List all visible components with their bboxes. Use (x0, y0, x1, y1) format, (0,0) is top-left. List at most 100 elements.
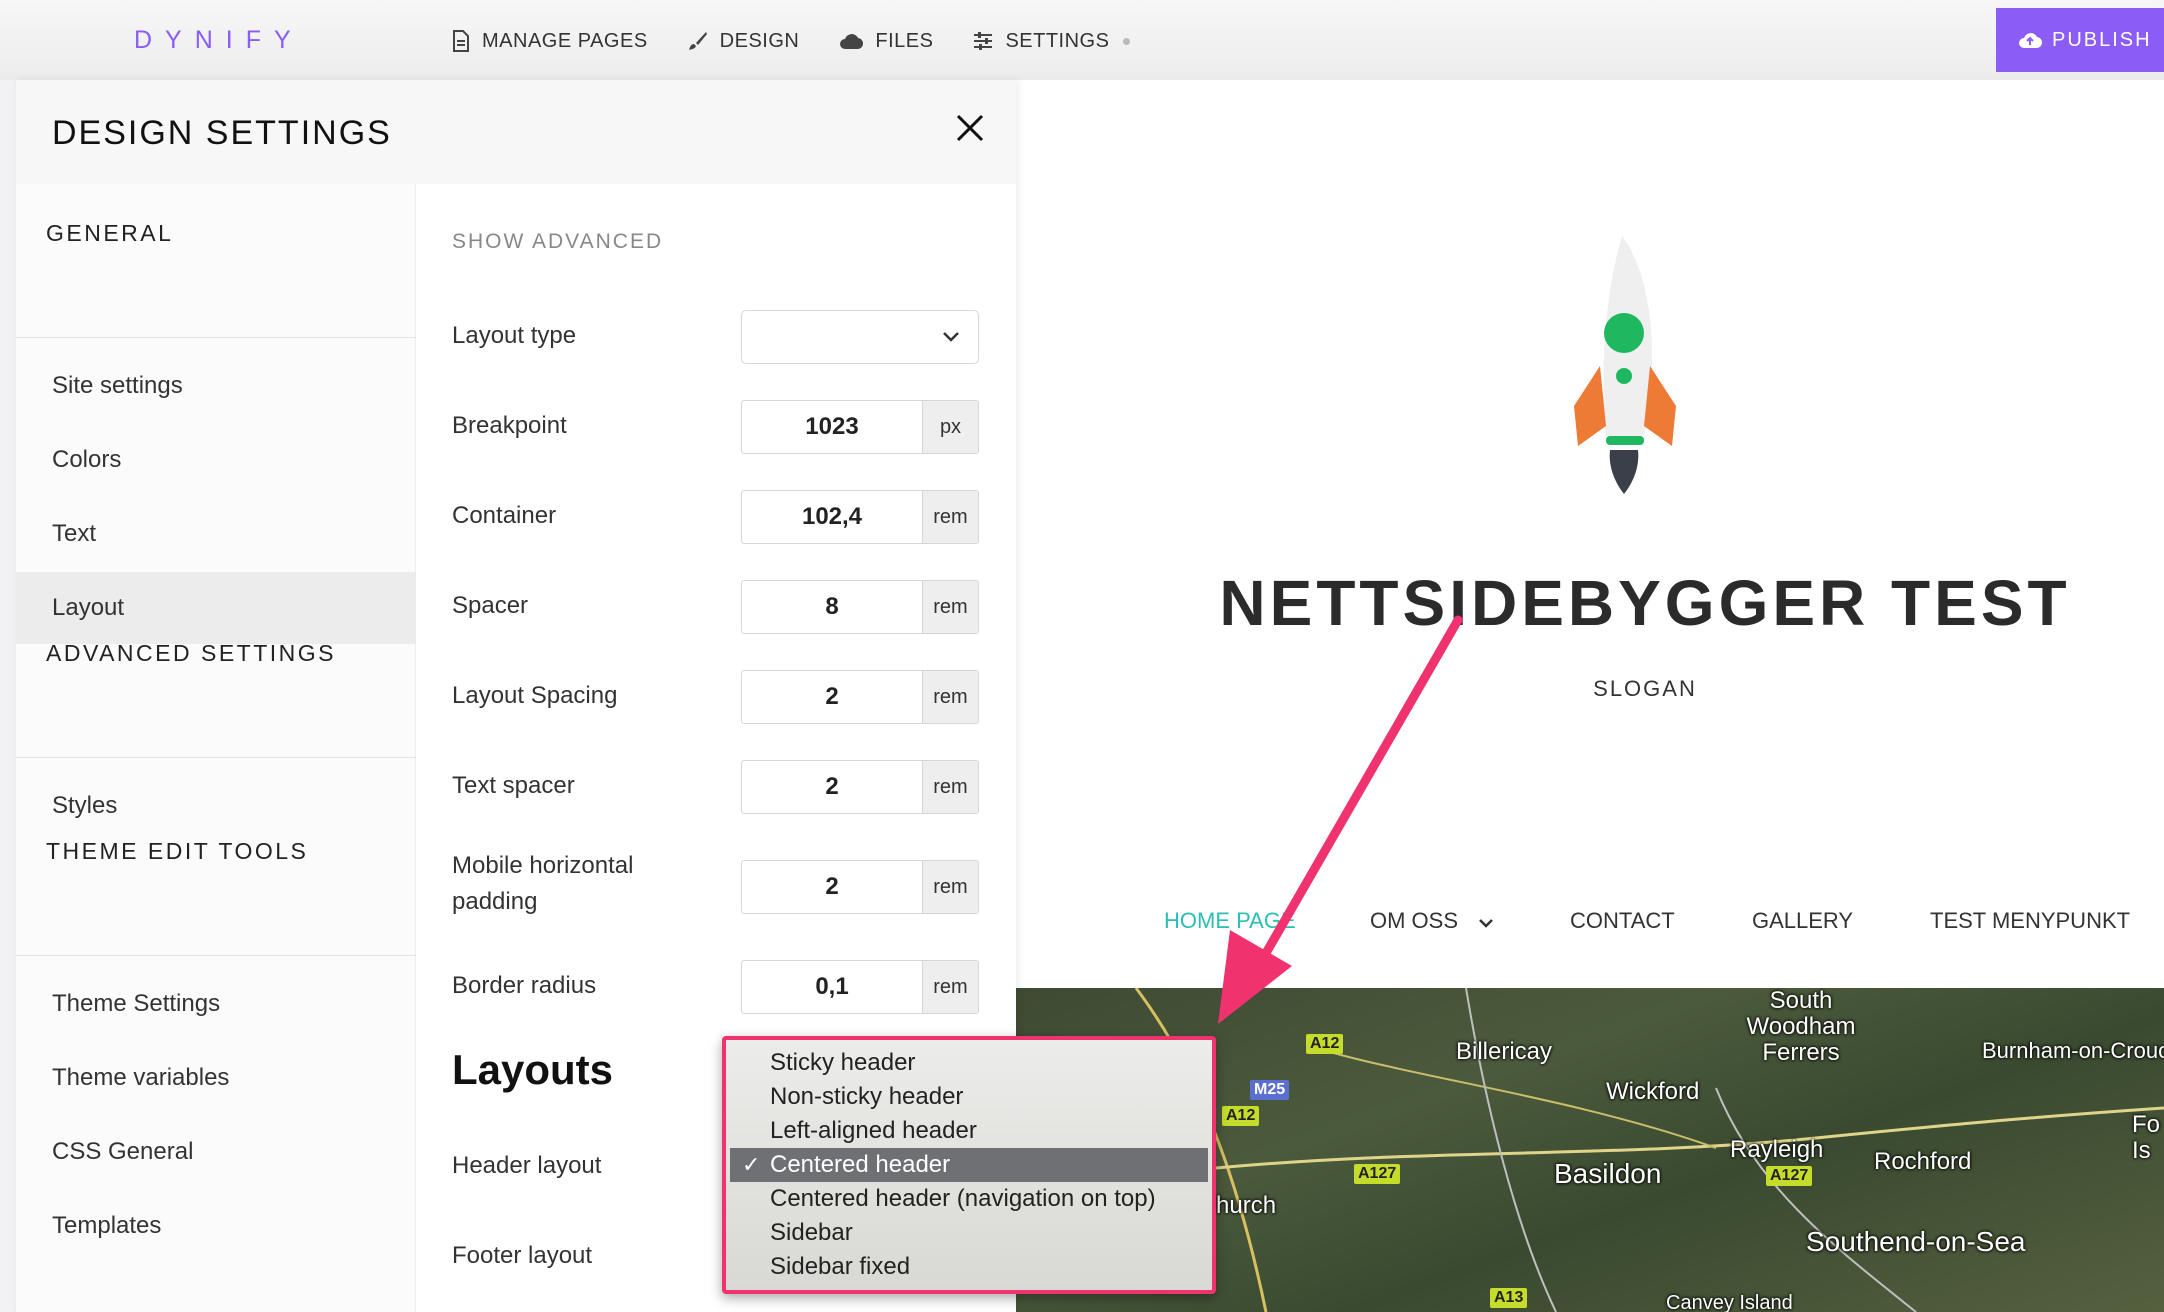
container-input[interactable]: 102,4 (742, 491, 922, 543)
layout-spacing-field[interactable]: 2 rem (741, 670, 979, 724)
map-label-southend: Southend-on-Sea (1806, 1226, 2026, 1257)
container-field[interactable]: 102,4 rem (741, 490, 979, 544)
map-label-hurch: hurch (1216, 1192, 1277, 1219)
sidebar-item-css-general[interactable]: CSS General (16, 1116, 416, 1188)
option-non-sticky-header[interactable]: Non-sticky header (730, 1080, 1208, 1114)
text-spacer-field[interactable]: 2 rem (741, 760, 979, 814)
map-label-burnham: Burnham-on-Crouch (1982, 1038, 2164, 1063)
site-nav-test[interactable]: TEST MENYPUNKT (1930, 908, 2130, 934)
road-a12: A12 (1222, 1106, 1260, 1126)
site-nav-om-oss[interactable]: OM OSS (1370, 908, 1494, 934)
option-sidebar-fixed[interactable]: Sidebar fixed (730, 1250, 1208, 1284)
top-navigation: MANAGE PAGES DESIGN FILES SETTINGS (452, 26, 1131, 56)
container-unit: rem (922, 491, 978, 543)
breakpoint-label: Breakpoint (452, 412, 567, 439)
road-a127-east: A127 (1766, 1166, 1813, 1186)
site-nav-home[interactable]: HOME PAGE (1164, 908, 1296, 934)
nav-manage-pages-label: MANAGE PAGES (482, 29, 648, 52)
site-nav-contact[interactable]: CONTACT (1570, 908, 1675, 934)
app-logo[interactable]: DYNIFY (134, 26, 304, 55)
road-a127-west: A127 (1354, 1164, 1401, 1184)
header-layout-dropdown[interactable]: Sticky header Non-sticky header Left-ali… (722, 1036, 1216, 1294)
nav-files-label: FILES (875, 29, 934, 52)
nav-manage-pages[interactable]: MANAGE PAGES (452, 26, 648, 56)
sidebar-item-styles[interactable]: Styles (16, 770, 416, 842)
cloud-upload-icon (2019, 33, 2042, 49)
close-icon[interactable] (952, 110, 988, 146)
sidebar-item-theme-variables[interactable]: Theme variables (16, 1042, 416, 1114)
cloud-icon (840, 34, 864, 50)
nav-settings[interactable]: SETTINGS (973, 26, 1109, 56)
option-centered-header-label: Centered header (770, 1151, 951, 1178)
header-layout-label: Header layout (452, 1152, 602, 1179)
mobile-padding-unit: rem (922, 861, 978, 913)
spacer-field[interactable]: 8 rem (741, 580, 979, 634)
map-label-south-woodham: South Woodham Ferrers (1746, 988, 1856, 1066)
map-label-rochford: Rochford (1874, 1148, 1972, 1175)
status-dot (1123, 37, 1131, 45)
breakpoint-field[interactable]: 1023 px (741, 400, 979, 454)
container-label: Container (452, 502, 557, 529)
site-nav-gallery[interactable]: GALLERY (1752, 908, 1853, 934)
spacer-input[interactable]: 8 (742, 581, 922, 633)
sidebar-item-colors[interactable]: Colors (16, 424, 416, 496)
panel-header: DESIGN SETTINGS (16, 80, 1016, 184)
text-spacer-unit: rem (922, 761, 978, 813)
divider (16, 337, 416, 338)
site-nav-om-oss-label: OM OSS (1370, 908, 1459, 933)
site-slogan: SLOGAN (1593, 676, 1697, 701)
sliders-icon (974, 32, 993, 50)
layouts-heading: Layouts (452, 1046, 614, 1093)
text-spacer-input[interactable]: 2 (742, 761, 922, 813)
layout-spacing-input[interactable]: 2 (742, 671, 922, 723)
map-label-wickford: Wickford (1606, 1078, 1700, 1105)
publish-label: PUBLISH (2052, 28, 2152, 51)
map-label-rayleigh: Rayleigh (1730, 1136, 1824, 1163)
sidebar-item-site-settings[interactable]: Site settings (16, 350, 416, 422)
option-centered-header[interactable]: ✓ Centered header (730, 1148, 1208, 1182)
mobile-padding-field[interactable]: 2 rem (741, 860, 979, 914)
option-sticky-header[interactable]: Sticky header (730, 1046, 1208, 1080)
option-sidebar[interactable]: Sidebar (730, 1216, 1208, 1250)
show-advanced-toggle[interactable]: SHOW ADVANCED (452, 230, 663, 254)
border-radius-label: Border radius (452, 972, 597, 999)
chevron-down-icon (1479, 919, 1494, 928)
map-label-fo-is: Fo Is (2132, 1111, 2161, 1164)
site-title: NETTSIDEBYGGER TEST (1219, 567, 2071, 639)
sidebar-item-layout[interactable]: Layout (16, 572, 416, 644)
road-m25: M25 (1250, 1080, 1290, 1100)
layout-spacing-unit: rem (922, 671, 978, 723)
divider (16, 757, 416, 758)
mobile-padding-label: Mobile horizontal padding (452, 852, 634, 915)
sidebar-item-theme-settings[interactable]: Theme Settings (16, 968, 416, 1040)
sidebar-item-templates[interactable]: Templates (16, 1190, 416, 1262)
border-radius-input[interactable]: 0,1 (742, 961, 922, 1013)
text-spacer-label: Text spacer (452, 772, 575, 799)
option-left-aligned-header[interactable]: Left-aligned header (730, 1114, 1208, 1148)
panel-title: DESIGN SETTINGS (52, 114, 392, 152)
breakpoint-unit: px (922, 401, 978, 453)
footer-layout-label: Footer layout (452, 1242, 593, 1269)
nav-design-label: DESIGN (719, 29, 800, 52)
road-a12-north: A12 (1306, 1034, 1344, 1054)
option-centered-header-nav-top[interactable]: Centered header (navigation on top) (730, 1182, 1208, 1216)
divider (16, 955, 416, 956)
spacer-label: Spacer (452, 592, 529, 619)
top-bar: DYNIFY MANAGE PAGES DESIGN FILES SETTING… (0, 0, 2164, 80)
sidebar-item-text[interactable]: Text (16, 498, 416, 570)
document-icon (453, 30, 469, 52)
layout-type-select[interactable] (741, 310, 979, 364)
layout-type-label: Layout type (452, 322, 577, 349)
nav-design[interactable]: DESIGN (688, 26, 800, 56)
road-a13: A13 (1490, 1288, 1528, 1308)
settings-sidebar: GENERAL Site settings Colors Text Layout… (16, 184, 416, 1312)
section-general: GENERAL (46, 220, 174, 246)
section-advanced-settings: ADVANCED SETTINGS (46, 640, 336, 666)
checkmark-icon: ✓ (742, 1152, 761, 1177)
nav-files[interactable]: FILES (839, 26, 933, 56)
mobile-padding-input[interactable]: 2 (742, 861, 922, 913)
rocket-logo (1574, 236, 1676, 494)
breakpoint-input[interactable]: 1023 (742, 401, 922, 453)
border-radius-field[interactable]: 0,1 rem (741, 960, 979, 1014)
publish-button[interactable]: PUBLISH (1996, 8, 2164, 72)
